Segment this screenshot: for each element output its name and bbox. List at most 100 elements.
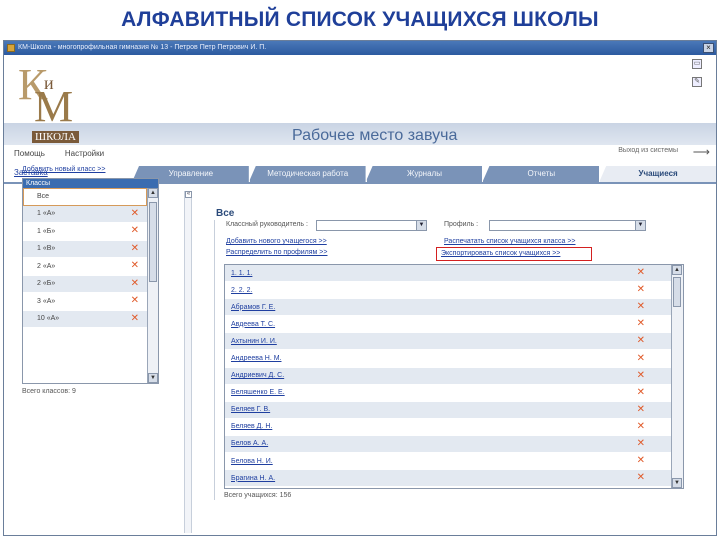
class-name: 3 «А» bbox=[37, 297, 56, 305]
students-list: 1. 1. 1. ✕ 2. 2. 2. ✕ Абрамов Г. Е. ✕ Авдеева … bbox=[224, 264, 684, 489]
profile-label: Профиль : bbox=[444, 221, 479, 228]
tab-reports[interactable]: Отчеты bbox=[482, 166, 600, 182]
collapse-icon[interactable]: « bbox=[185, 191, 192, 198]
class-teacher-select[interactable]: ▼ bbox=[316, 220, 427, 231]
distribute-profiles-link[interactable]: Распределить по профилям >> bbox=[226, 249, 327, 256]
class-row[interactable]: Все bbox=[23, 188, 147, 206]
student-name-link[interactable]: Белова Н. И. bbox=[231, 458, 273, 465]
class-name: Все bbox=[37, 193, 50, 201]
student-row: Брагина Н. А. ✕ bbox=[225, 470, 671, 488]
chevron-down-icon[interactable]: ▼ bbox=[416, 221, 426, 230]
class-row[interactable]: 1 «Б» ✕ bbox=[23, 223, 147, 241]
student-row: Беляшенко Е. Е. ✕ bbox=[225, 384, 671, 402]
scroll-down-icon[interactable]: ▼ bbox=[672, 478, 682, 488]
delete-icon[interactable]: ✕ bbox=[637, 456, 645, 466]
print-icon[interactable]: ▭ bbox=[692, 59, 702, 69]
classes-scrollbar[interactable]: ▲ ▼ bbox=[147, 188, 158, 383]
delete-icon[interactable]: ✕ bbox=[637, 473, 645, 483]
student-name-link[interactable]: Беляев Г. В. bbox=[231, 406, 270, 413]
add-student-link[interactable]: Добавить нового учащегося >> bbox=[226, 238, 327, 245]
selected-class-title: Все bbox=[216, 208, 235, 219]
student-row: Андриевич Д. С. ✕ bbox=[225, 367, 671, 385]
tab-students[interactable]: Учащиеся bbox=[599, 166, 716, 182]
scroll-down-icon[interactable]: ▼ bbox=[148, 373, 158, 383]
panel-splitter[interactable]: « bbox=[184, 191, 192, 533]
help-link[interactable]: Помощь bbox=[14, 149, 45, 158]
class-teacher-label: Классный руководитель : bbox=[226, 221, 308, 228]
exit-arrow-icon[interactable]: ⟶ bbox=[693, 145, 710, 159]
scroll-thumb[interactable] bbox=[149, 202, 157, 282]
highlight-frame bbox=[436, 247, 592, 261]
exit-link[interactable]: Выход из системы bbox=[618, 147, 678, 154]
scroll-up-icon[interactable]: ▲ bbox=[148, 188, 158, 198]
delete-icon[interactable]: ✕ bbox=[637, 421, 645, 432]
student-name-link[interactable]: Брагина Н. А. bbox=[231, 475, 275, 482]
delete-icon[interactable]: ✕ bbox=[637, 438, 645, 449]
profile-select[interactable]: ▼ bbox=[489, 220, 646, 231]
student-name-link[interactable]: Андриевич Д. С. bbox=[231, 372, 284, 379]
student-row: Белов А. А. ✕ bbox=[225, 435, 671, 454]
class-row[interactable]: 2 «А» ✕ bbox=[23, 258, 147, 276]
workspace-title: Рабочее место завуча bbox=[292, 127, 458, 144]
class-row[interactable]: 2 «Б» ✕ bbox=[23, 275, 147, 293]
class-row[interactable]: 3 «А» ✕ bbox=[23, 293, 147, 311]
student-name-link[interactable]: Беляев Д. Н. bbox=[231, 423, 272, 430]
delete-icon[interactable]: ✕ bbox=[131, 226, 139, 236]
tool-icons: ▭ ✎ bbox=[692, 59, 702, 95]
student-name-link[interactable]: Беляшенко Е. Е. bbox=[231, 389, 285, 396]
delete-icon[interactable]: ✕ bbox=[637, 353, 645, 364]
student-row: Авдеева Т. С. ✕ bbox=[225, 316, 671, 334]
delete-icon[interactable]: ✕ bbox=[637, 370, 645, 381]
class-name: 10 «А» bbox=[37, 315, 60, 323]
student-name-link[interactable]: 2. 2. 2. bbox=[231, 287, 252, 294]
student-name-link[interactable]: 1. 1. 1. bbox=[231, 270, 252, 277]
class-row[interactable]: 10 «А» ✕ bbox=[23, 310, 147, 328]
class-name: 1 «Б» bbox=[37, 227, 56, 235]
student-name-link[interactable]: Абрамов Г. Е. bbox=[231, 304, 275, 311]
delete-icon[interactable]: ✕ bbox=[637, 319, 645, 329]
delete-icon[interactable]: ✕ bbox=[131, 278, 139, 289]
student-row: Андреева Н. М. ✕ bbox=[225, 350, 671, 368]
student-row: Беляев Д. Н. ✕ bbox=[225, 418, 671, 436]
delete-icon[interactable]: ✕ bbox=[131, 313, 139, 324]
delete-icon[interactable]: ✕ bbox=[637, 387, 645, 398]
top-links: Помощь Настройки bbox=[14, 149, 122, 158]
delete-icon[interactable]: ✕ bbox=[637, 285, 645, 295]
student-name-link[interactable]: Ахтынин И. И. bbox=[231, 338, 277, 345]
classes-header: Классы bbox=[23, 179, 158, 188]
tab-journals[interactable]: Журналы bbox=[365, 166, 483, 182]
class-row[interactable]: 1 «В» ✕ bbox=[23, 240, 147, 258]
students-scrollbar[interactable]: ▲ ▼ bbox=[671, 265, 683, 488]
edit-icon[interactable]: ✎ bbox=[692, 77, 702, 87]
delete-icon[interactable]: ✕ bbox=[637, 404, 645, 415]
student-name-link[interactable]: Андреева Н. М. bbox=[231, 355, 282, 362]
print-list-link[interactable]: Распечатать список учащихся класса >> bbox=[444, 238, 576, 245]
delete-icon[interactable]: ✕ bbox=[637, 336, 645, 346]
scroll-up-icon[interactable]: ▲ bbox=[672, 265, 682, 275]
delete-icon[interactable]: ✕ bbox=[637, 302, 645, 312]
class-name: 2 «Б» bbox=[37, 280, 56, 288]
delete-icon[interactable]: ✕ bbox=[131, 243, 139, 254]
classes-list: Классы Все 1 «А» ✕ 1 «Б» ✕ 1 «В» ✕ 2 «А» ✕ 2 «Б» ✕… bbox=[22, 178, 159, 384]
class-row[interactable]: 1 «А» ✕ bbox=[23, 205, 147, 223]
delete-icon[interactable]: ✕ bbox=[131, 261, 139, 271]
delete-icon[interactable]: ✕ bbox=[131, 296, 139, 306]
students-body: 1. 1. 1. ✕ 2. 2. 2. ✕ Абрамов Г. Е. ✕ Авдеева … bbox=[225, 265, 671, 488]
app-icon bbox=[7, 44, 15, 52]
add-class-link[interactable]: Добавить новый класс >> bbox=[22, 166, 105, 173]
chevron-down-icon[interactable]: ▼ bbox=[635, 221, 645, 230]
school-logo: К и М ШКОЛА bbox=[18, 63, 98, 143]
delete-icon[interactable]: ✕ bbox=[637, 268, 645, 278]
tab-methodical-work[interactable]: Методическая работа bbox=[248, 166, 366, 182]
close-icon[interactable]: × bbox=[703, 43, 714, 53]
delete-icon[interactable]: ✕ bbox=[131, 208, 139, 219]
student-row: Абрамов Г. Е. ✕ bbox=[225, 299, 671, 317]
student-name-link[interactable]: Белов А. А. bbox=[231, 440, 268, 447]
settings-link[interactable]: Настройки bbox=[65, 149, 104, 158]
scroll-thumb[interactable] bbox=[673, 277, 681, 307]
classes-body: Все 1 «А» ✕ 1 «Б» ✕ 1 «В» ✕ 2 «А» ✕ 2 «Б» ✕ 3 «А» ✕ 1… bbox=[23, 188, 147, 383]
student-row: Ахтынин И. И. ✕ bbox=[225, 333, 671, 351]
student-name-link[interactable]: Авдеева Т. С. bbox=[231, 321, 275, 328]
class-name: 1 «А» bbox=[37, 210, 56, 218]
students-count: Всего учащихся: 156 bbox=[224, 492, 292, 499]
